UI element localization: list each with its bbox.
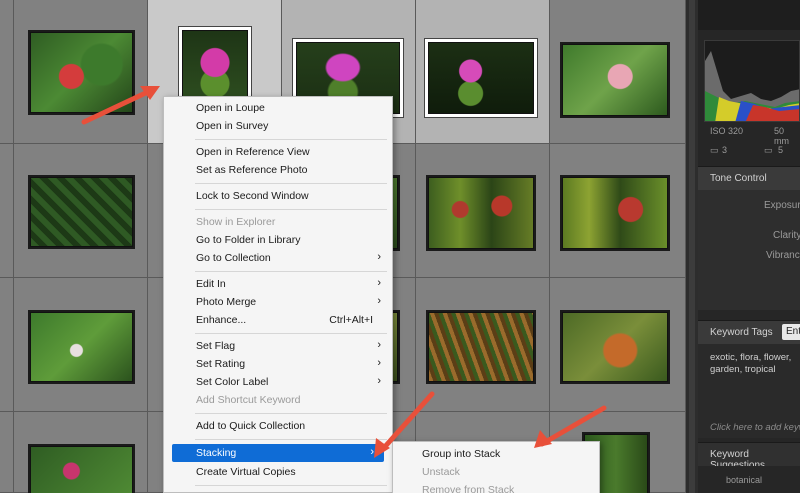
photo-thumbnail[interactable] xyxy=(562,312,668,382)
menu-create-virtual-copies[interactable]: Create Virtual Copies xyxy=(165,463,391,481)
menu-set-rating[interactable]: Set Rating › xyxy=(165,355,391,373)
iso-value: ISO 320 xyxy=(710,126,744,136)
menu-separator xyxy=(195,333,387,334)
tone-control-label: Tone Control xyxy=(710,173,767,184)
count-a: 3 xyxy=(722,145,728,155)
menu-go-to-collection[interactable]: Go to Collection › xyxy=(165,249,391,267)
menu-stacking[interactable]: Stacking › xyxy=(172,444,384,462)
suggestion-botanical[interactable]: botanical xyxy=(726,475,762,485)
photo-thumbnail[interactable] xyxy=(30,32,133,113)
menu-set-flag[interactable]: Set Flag › xyxy=(165,337,391,355)
photo-thumbnail[interactable] xyxy=(428,312,534,382)
keyword-tags-label: Keyword Tags xyxy=(710,327,773,338)
panel-top xyxy=(698,0,800,30)
keywords-text[interactable]: exotic, flora, flower, garden, tropical xyxy=(710,352,800,376)
clarity-label[interactable]: Clarity xyxy=(773,230,800,241)
menu-separator xyxy=(195,413,387,414)
grid-cell[interactable] xyxy=(0,0,14,144)
menu-show-in-explorer: Show in Explorer xyxy=(196,216,276,228)
panel-divider[interactable] xyxy=(686,0,698,493)
lightroom-window: ISO 320 50 mm ▭ 3 ▭ 5 Tone Control Expos… xyxy=(0,0,800,493)
menu-separator xyxy=(195,485,387,486)
menu-photo-merge[interactable]: Photo Merge › xyxy=(165,293,391,311)
grid-cell[interactable] xyxy=(416,278,550,412)
menu-set-as-reference-photo[interactable]: Set as Reference Photo xyxy=(165,161,391,179)
menu-add-to-quick-collection[interactable]: Add to Quick Collection xyxy=(165,417,391,435)
menu-separator xyxy=(195,183,387,184)
chevron-right-icon: › xyxy=(377,375,381,387)
menu-open-in-survey[interactable]: Open in Survey xyxy=(165,117,391,135)
count-b: 5 xyxy=(778,145,784,155)
tone-control-header[interactable]: Tone Control xyxy=(698,166,800,190)
keyword-suggestions-header[interactable]: Keyword Suggestions xyxy=(698,442,800,471)
keyword-suggestions-body: botanical xyxy=(698,466,800,493)
enhance-shortcut: Ctrl+Alt+I xyxy=(329,314,373,326)
tone-control-body: Exposure Clarity Vibrance xyxy=(698,190,800,310)
menu-enhance[interactable]: Enhance... Ctrl+Alt+I xyxy=(165,311,391,329)
grid-cell[interactable] xyxy=(14,0,148,144)
menu-separator xyxy=(195,439,387,440)
menu-set-color-label[interactable]: Set Color Label › xyxy=(165,373,391,391)
chevron-right-icon: › xyxy=(377,339,381,351)
menu-go-to-folder-in-library[interactable]: Go to Folder in Library xyxy=(165,231,391,249)
photo-thumbnail[interactable] xyxy=(30,312,133,382)
grid-cell[interactable] xyxy=(14,144,148,278)
photo-thumbnail[interactable] xyxy=(562,44,668,116)
context-menu: Open in Loupe Open in Survey Open in Ref… xyxy=(163,96,393,493)
keyword-entry-dropdown[interactable]: Ent xyxy=(782,324,800,340)
grid-cell[interactable] xyxy=(0,412,14,493)
chevron-right-icon: › xyxy=(377,251,381,263)
menu-separator xyxy=(195,209,387,210)
histogram[interactable] xyxy=(704,40,800,122)
menu-lock-to-second-window[interactable]: Lock to Second Window xyxy=(165,187,391,205)
focal-length: 50 mm xyxy=(774,126,789,146)
crop-icon: ▭ xyxy=(710,145,719,155)
photo-thumbnail[interactable] xyxy=(30,177,133,247)
keyword-tags-body: exotic, flora, flower, garden, tropical … xyxy=(698,344,800,438)
grid-icon: ▭ xyxy=(764,145,773,155)
photo-thumbnail[interactable] xyxy=(30,446,133,493)
exposure-label[interactable]: Exposure xyxy=(764,200,800,211)
keyword-tags-header[interactable]: Keyword Tags Ent xyxy=(698,320,800,344)
chevron-right-icon: › xyxy=(377,357,381,369)
menu-open-in-reference-view[interactable]: Open in Reference View xyxy=(165,143,391,161)
chevron-right-icon: › xyxy=(377,277,381,289)
submenu-remove-from-stack: Remove from Stack xyxy=(422,484,515,493)
menu-separator xyxy=(195,139,387,140)
grid-cell-selected[interactable] xyxy=(416,0,550,144)
menu-add-shortcut-keyword: Add Shortcut Keyword xyxy=(196,394,301,406)
keyword-input[interactable]: Click here to add keywords xyxy=(710,422,800,433)
photo-thumbnail[interactable] xyxy=(428,177,534,249)
vibrance-label[interactable]: Vibrance xyxy=(766,250,800,261)
chevron-right-icon: › xyxy=(370,446,374,458)
right-panel: ISO 320 50 mm ▭ 3 ▭ 5 Tone Control Expos… xyxy=(698,0,800,493)
grid-cell[interactable] xyxy=(0,278,14,412)
histogram-graph xyxy=(705,51,799,121)
chevron-right-icon: › xyxy=(377,295,381,307)
grid-cell[interactable] xyxy=(416,144,550,278)
menu-edit-in[interactable]: Edit In › xyxy=(165,275,391,293)
submenu-unstack: Unstack xyxy=(422,466,460,478)
grid-cell[interactable] xyxy=(14,412,148,493)
photo-thumbnail[interactable] xyxy=(182,30,248,102)
grid-cell[interactable] xyxy=(14,278,148,412)
menu-separator xyxy=(195,271,387,272)
grid-cell[interactable] xyxy=(550,144,686,278)
grid-cell[interactable] xyxy=(550,278,686,412)
photo-thumbnail[interactable] xyxy=(428,42,534,114)
stacking-submenu: Group into Stack Unstack Remove from Sta… xyxy=(392,441,600,493)
menu-open-in-loupe[interactable]: Open in Loupe xyxy=(165,99,391,117)
grid-cell[interactable] xyxy=(0,144,14,278)
photo-thumbnail[interactable] xyxy=(562,177,668,249)
grid-cell[interactable] xyxy=(550,0,686,144)
submenu-group-into-stack[interactable]: Group into Stack xyxy=(394,445,594,463)
